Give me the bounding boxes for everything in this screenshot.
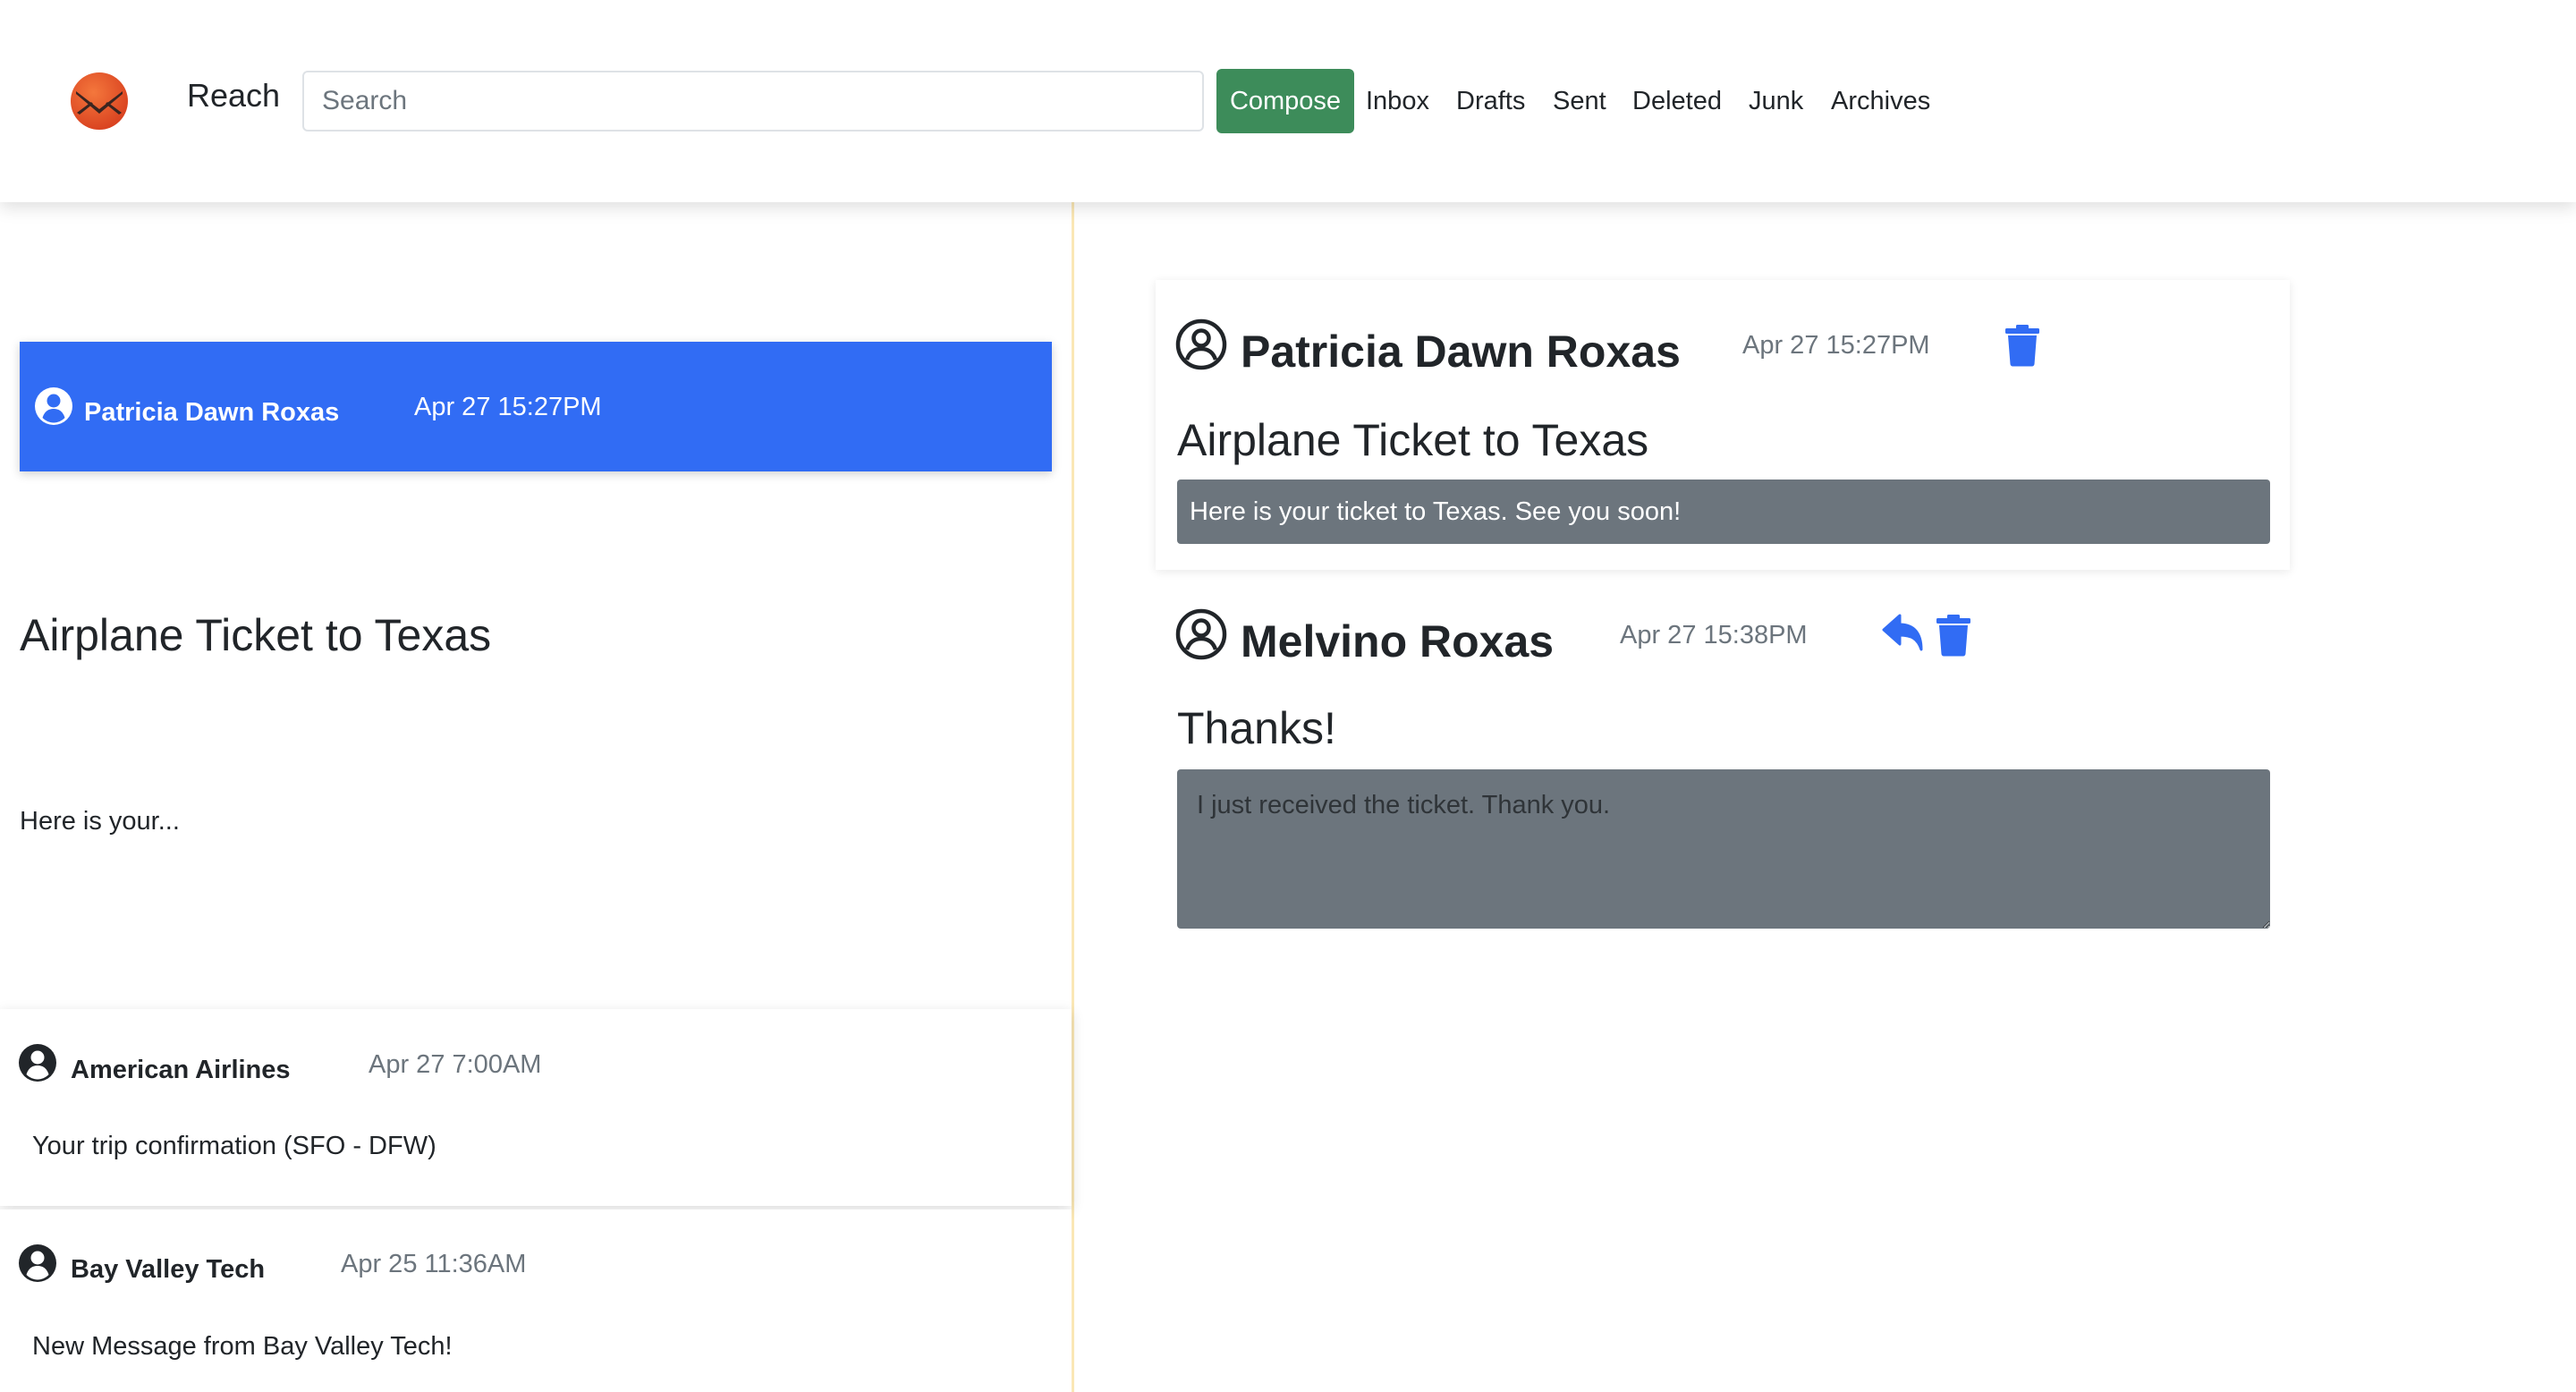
message-body-box: Here is your ticket to Texas. See you so…	[1177, 480, 2270, 544]
message-body: Here is your ticket to Texas. See you so…	[1190, 497, 1682, 526]
user-circle-outline-icon	[1175, 608, 1227, 660]
selected-mail-subject: Airplane Ticket to Texas	[20, 610, 492, 660]
reply-icon[interactable]	[1882, 614, 1925, 653]
trash-icon[interactable]	[2004, 324, 2040, 367]
mail-date: Apr 27 7:00AM	[369, 1050, 542, 1079]
nav-drafts[interactable]: Drafts	[1456, 86, 1525, 116]
user-circle-icon	[34, 386, 73, 426]
sender-name: American Airlines	[71, 1056, 291, 1084]
pane-divider[interactable]	[1072, 202, 1074, 1392]
message-sender: Patricia Dawn Roxas	[1241, 327, 1681, 377]
message-date: Apr 27 15:27PM	[1742, 331, 1930, 360]
user-circle-icon	[18, 1243, 57, 1283]
nav-junk[interactable]: Junk	[1749, 86, 1803, 116]
sender-name: Bay Valley Tech	[71, 1255, 266, 1284]
search-input[interactable]	[302, 71, 1204, 132]
top-navbar: Reach Compose Inbox Drafts Sent Deleted …	[0, 0, 2576, 202]
user-circle-outline-icon	[1175, 318, 1227, 370]
reply-sender: Melvino Roxas	[1241, 616, 1555, 666]
mail-preview: New Message from Bay Valley Tech!	[32, 1332, 453, 1361]
reply-date: Apr 27 15:38PM	[1620, 621, 1808, 649]
mail-date: Apr 25 11:36AM	[341, 1250, 527, 1278]
reply-subject: Thanks!	[1177, 703, 1336, 753]
selected-mail-snippet: Here is your...	[20, 807, 180, 836]
sender-name: Patricia Dawn Roxas	[84, 398, 340, 427]
mail-preview: Your trip confirmation (SFO - DFW)	[32, 1132, 436, 1160]
mail-logo-icon[interactable]	[70, 72, 129, 131]
compose-button[interactable]: Compose	[1216, 69, 1354, 133]
trash-icon[interactable]	[1936, 614, 1971, 657]
user-circle-icon	[18, 1043, 57, 1082]
nav-archives[interactable]: Archives	[1831, 86, 1930, 116]
mail-date: Apr 27 15:27PM	[414, 393, 602, 421]
nav-deleted[interactable]: Deleted	[1632, 86, 1722, 116]
mail-list-item[interactable]: Bay Valley Tech Apr 25 11:36AM New Messa…	[0, 1210, 1072, 1392]
reply-textarea[interactable]	[1177, 769, 2270, 929]
nav-sent[interactable]: Sent	[1553, 86, 1606, 116]
app: Reach Compose Inbox Drafts Sent Deleted …	[0, 0, 2576, 1392]
mail-list-item[interactable]: American Airlines Apr 27 7:00AM Your tri…	[0, 1009, 1072, 1206]
message-subject: Airplane Ticket to Texas	[1177, 415, 1649, 465]
brand-name[interactable]: Reach	[187, 77, 280, 115]
nav-inbox[interactable]: Inbox	[1366, 86, 1429, 116]
mail-list-item-selected[interactable]: Patricia Dawn Roxas Apr 27 15:27PM	[20, 342, 1052, 471]
